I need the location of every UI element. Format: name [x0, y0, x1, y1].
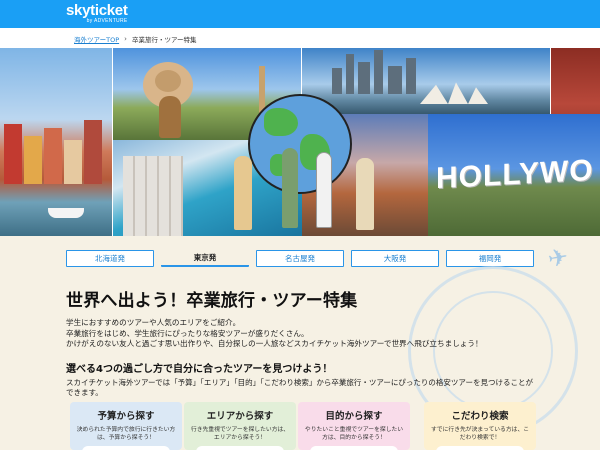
- card-title: こだわり検索: [451, 411, 509, 422]
- breadcrumb-current: 卒業旅行・ツアー特集: [131, 36, 197, 44]
- hollywood-sign: HOLLYWO: [436, 153, 594, 196]
- card-title: 予算から探す: [97, 411, 155, 422]
- tab-hokkaido[interactable]: 北海道発: [66, 250, 154, 267]
- venice-photo: [0, 48, 112, 236]
- card-title: 目的から探す: [325, 411, 383, 422]
- intro-line: かけがえのない友人と過ごす思い出作りや、自分探しの一人旅などスカイチケット海外ツ…: [66, 339, 483, 348]
- hero-collage: HOLLYWO: [0, 48, 600, 236]
- site-header: skyticket by ADVENTURE: [0, 0, 600, 28]
- purpose-search-card[interactable]: 目的から探す やりたいこと重視でツアーを探したい方は、目的から探そう！: [298, 402, 410, 450]
- globe-illustration: [248, 94, 352, 194]
- skyticket-logo[interactable]: skyticket by ADVENTURE: [66, 2, 128, 24]
- breadcrumb: 海外ツアーTOP › 卒業旅行・ツアー特集: [0, 28, 600, 48]
- tab-fukuoka[interactable]: 福岡発: [446, 250, 534, 267]
- breadcrumb-separator: ›: [124, 35, 127, 43]
- area-search-card[interactable]: エリアから探す 行き先重視でツアーを探したい方は、エリアから探そう！: [184, 402, 296, 450]
- detailed-search-card[interactable]: こだわり検索 すでに行き先が決まっている方は、こだわり検索で！: [424, 402, 536, 450]
- section-description: スカイチケット海外ツアーでは「予算」「エリア」「目的」「こだわり検索」から卒業旅…: [66, 378, 533, 397]
- traveler-illustration: [356, 158, 374, 230]
- card-button[interactable]: [82, 446, 170, 450]
- tab-tokyo[interactable]: 東京発: [161, 250, 249, 267]
- breadcrumb-home-link[interactable]: 海外ツアーTOP: [74, 34, 119, 44]
- card-description: やりたいこと重視でツアーを探したい方は、目的から探そう！: [304, 427, 404, 441]
- card-description: 行き先重視でツアーを探したい方は、エリアから探そう！: [190, 427, 290, 441]
- intro-text: 学生におすすめのツアーや人気のエリアをご紹介。 卒業旅行をはじめ、学生旅行にぴっ…: [66, 318, 483, 350]
- hollywood-photo: HOLLYWO: [428, 114, 600, 236]
- card-title: エリアから探す: [206, 411, 274, 422]
- traveler-illustration: [282, 148, 298, 228]
- intro-line: 学生におすすめのツアーや人気のエリアをご紹介。: [66, 318, 241, 327]
- intro-line: 卒業旅行をはじめ、学生旅行にぴったりな格安ツアーが盛りだくさん。: [66, 328, 309, 338]
- card-button[interactable]: [196, 446, 284, 450]
- card-description: すでに行き先が決まっている方は、こだわり検索で！: [430, 427, 530, 441]
- card-button[interactable]: [436, 446, 524, 450]
- card-button[interactable]: [310, 446, 398, 450]
- tab-nagoya[interactable]: 名古屋発: [256, 250, 344, 267]
- logo-text: skyticket: [66, 2, 128, 19]
- tab-osaka[interactable]: 大阪発: [351, 250, 439, 267]
- sydney-photo: [302, 48, 550, 114]
- card-description: 決められた予算内で旅行に行きたい方は、予算から探そう！: [76, 427, 176, 441]
- section-subtitle: 選べる4つの過ごし方で自分に合ったツアーを見つけよう！: [66, 364, 333, 375]
- traveler-illustration: [316, 152, 332, 228]
- page-title: 世界へ出よう！卒業旅行・ツアー特集: [66, 291, 358, 311]
- budget-search-card[interactable]: 予算から探す 決められた予算内で旅行に行きたい方は、予算から探そう！: [70, 402, 182, 450]
- traveler-illustration: [234, 156, 252, 230]
